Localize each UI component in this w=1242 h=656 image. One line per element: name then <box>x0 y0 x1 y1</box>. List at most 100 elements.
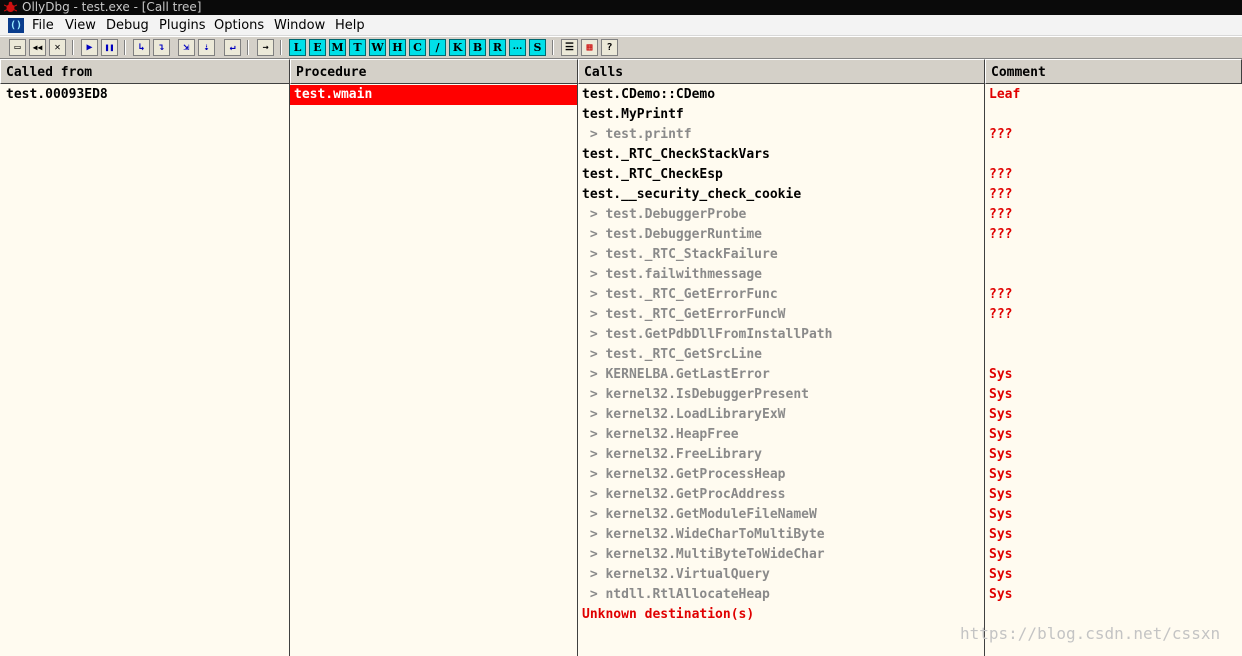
call-row[interactable]: test._RTC_CheckStackVars <box>582 145 770 165</box>
call-row[interactable]: test.__security_check_cookie <box>582 185 801 205</box>
comment-cell: ??? <box>989 227 1013 242</box>
patches-window-button[interactable]: / <box>429 39 446 56</box>
window-title: OllyDbg - test.exe - [Call tree] <box>22 0 202 14</box>
comment-cell: Sys <box>989 567 1013 582</box>
pause-icon[interactable]: ❚❚ <box>101 39 118 56</box>
toolbar-separator <box>280 40 282 55</box>
menu-plugins[interactable]: Plugins <box>159 18 206 33</box>
call-row[interactable]: > kernel32.IsDebuggerPresent <box>582 385 809 405</box>
toolbar-separator <box>124 40 126 55</box>
comment-cell: Sys <box>989 487 1013 502</box>
call-row[interactable]: > test._RTC_GetErrorFuncW <box>582 305 786 325</box>
call-row[interactable]: > KERNELBA.GetLastError <box>582 365 770 385</box>
called-from-row[interactable]: test.00093ED8 <box>6 85 108 105</box>
comment-cell: Sys <box>989 367 1013 382</box>
toolbar-separator <box>247 40 249 55</box>
help-icon[interactable]: ? <box>601 39 618 56</box>
menu-help[interactable]: Help <box>335 18 365 33</box>
call-row[interactable]: > test._RTC_StackFailure <box>582 245 778 265</box>
run-trace-window-button[interactable]: ... <box>509 39 526 56</box>
call-row[interactable]: > kernel32.HeapFree <box>582 425 739 445</box>
references-window-button[interactable]: R <box>489 39 506 56</box>
execute-till-return-icon[interactable]: ↵ <box>224 39 241 56</box>
comment-cell: Sys <box>989 427 1013 442</box>
call-row[interactable]: test._RTC_CheckEsp <box>582 165 723 185</box>
column-divider[interactable] <box>577 84 578 656</box>
comment-cell: Sys <box>989 507 1013 522</box>
cpu-window-button[interactable]: C <box>409 39 426 56</box>
call-row[interactable]: > kernel32.VirtualQuery <box>582 565 770 585</box>
column-header-calls[interactable]: Calls <box>578 59 985 84</box>
call-row[interactable]: > kernel32.LoadLibraryExW <box>582 405 786 425</box>
call-row[interactable]: > kernel32.MultiByteToWideChar <box>582 545 825 565</box>
column-header-procedure[interactable]: Procedure <box>290 59 578 84</box>
column-header-called-from[interactable]: Called from <box>0 59 290 84</box>
threads-window-button[interactable]: T <box>349 39 366 56</box>
call-row[interactable]: > test._RTC_GetErrorFunc <box>582 285 778 305</box>
menu-options[interactable]: Options <box>214 18 264 33</box>
source-window-button[interactable]: S <box>529 39 546 56</box>
call-row[interactable]: test.MyPrintf <box>582 105 684 125</box>
menu-debug[interactable]: Debug <box>106 18 149 33</box>
call-row[interactable]: > test.GetPdbDllFromInstallPath <box>582 325 833 345</box>
title-bar: OllyDbg - test.exe - [Call tree] <box>0 0 1242 15</box>
list-icon[interactable]: ☰ <box>561 39 578 56</box>
call-row[interactable]: > kernel32.GetProcessHeap <box>582 465 786 485</box>
column-header-comment[interactable]: Comment <box>985 59 1242 84</box>
comment-cell: ??? <box>989 287 1013 302</box>
call-row[interactable]: > kernel32.FreeLibrary <box>582 445 762 465</box>
comment-cell: Sys <box>989 407 1013 422</box>
trace-over-icon[interactable]: ⇣ <box>198 39 215 56</box>
column-header-row: Called from Procedure Calls Comment <box>0 59 1242 84</box>
windows-window-button[interactable]: W <box>369 39 386 56</box>
go-to-icon[interactable]: → <box>257 39 274 56</box>
step-into-icon[interactable]: ↳ <box>133 39 150 56</box>
call-row[interactable]: > test.DebuggerProbe <box>582 205 747 225</box>
call-row[interactable]: > test.printf <box>582 125 692 145</box>
comment-cell: Sys <box>989 447 1013 462</box>
call-row[interactable]: > kernel32.WideCharToMultiByte <box>582 525 825 545</box>
comment-cell: ??? <box>989 127 1013 142</box>
comment-cell: Sys <box>989 547 1013 562</box>
menu-window[interactable]: Window <box>274 18 325 33</box>
column-divider[interactable] <box>289 84 290 656</box>
comment-cell: ??? <box>989 307 1013 322</box>
grid-icon[interactable]: ▦ <box>581 39 598 56</box>
handles-window-button[interactable]: H <box>389 39 406 56</box>
breakpoints-window-button[interactable]: B <box>469 39 486 56</box>
call-row[interactable]: > test.DebuggerRuntime <box>582 225 762 245</box>
close-icon[interactable]: ✕ <box>49 39 66 56</box>
comment-cell: Leaf <box>989 87 1021 102</box>
menu-view[interactable]: View <box>65 18 96 33</box>
bug-icon <box>4 1 17 12</box>
comment-cell: ??? <box>989 207 1013 222</box>
procedure-row-selected[interactable]: test.wmain <box>290 85 577 105</box>
mdi-window-icon[interactable]: () <box>8 18 24 33</box>
modules-window-button[interactable]: E <box>309 39 326 56</box>
call-row[interactable]: test.CDemo::CDemo <box>582 85 715 105</box>
call-row[interactable]: > kernel32.GetProcAddress <box>582 485 786 505</box>
run-icon[interactable]: ▶ <box>81 39 98 56</box>
watermark: https://blog.csdn.net/cssxn <box>960 624 1221 643</box>
toolbar: ▭ ◀◀ ✕ ▶ ❚❚ ↳ ↴ ⇲ ⇣ ↵ → L E M T W H C / … <box>0 36 1242 59</box>
menu-file[interactable]: File <box>32 18 54 33</box>
comment-cell: Sys <box>989 527 1013 542</box>
comment-cell: Sys <box>989 587 1013 602</box>
call-stack-window-button[interactable]: K <box>449 39 466 56</box>
toolbar-separator <box>552 40 554 55</box>
comment-cell: ??? <box>989 187 1013 202</box>
trace-into-icon[interactable]: ⇲ <box>178 39 195 56</box>
restart-icon[interactable]: ◀◀ <box>29 39 46 56</box>
call-row[interactable]: > test._RTC_GetSrcLine <box>582 345 762 365</box>
call-row[interactable]: > test.failwithmessage <box>582 265 762 285</box>
column-divider[interactable] <box>984 84 985 656</box>
call-row[interactable]: > kernel32.GetModuleFileNameW <box>582 505 817 525</box>
call-row[interactable]: > ntdll.RtlAllocateHeap <box>582 585 770 605</box>
step-over-icon[interactable]: ↴ <box>153 39 170 56</box>
call-row[interactable]: Unknown destination(s) <box>582 605 754 625</box>
comment-cell: Sys <box>989 387 1013 402</box>
memory-window-button[interactable]: M <box>329 39 346 56</box>
open-icon[interactable]: ▭ <box>9 39 26 56</box>
log-window-button[interactable]: L <box>289 39 306 56</box>
comment-cell: Sys <box>989 467 1013 482</box>
